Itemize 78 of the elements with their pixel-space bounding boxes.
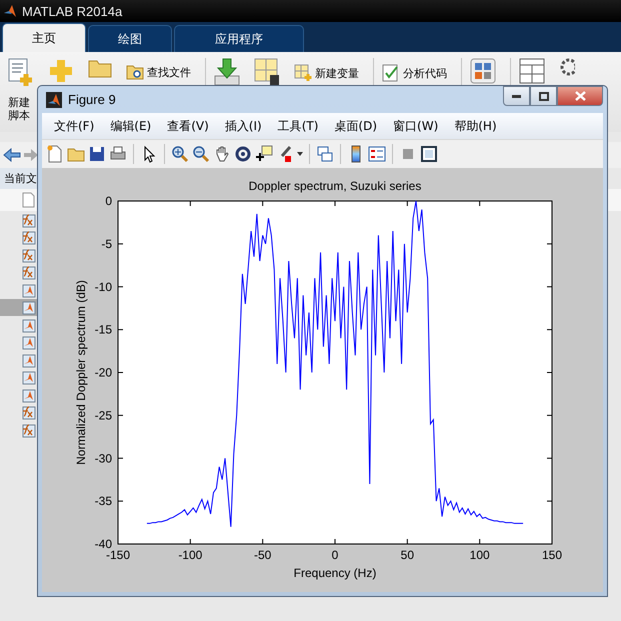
y-tick-label: -40 [94,537,112,551]
layout-icon[interactable] [519,58,545,84]
new-script-icon[interactable] [8,58,34,88]
data-cursor-icon[interactable] [255,145,273,163]
save-icon[interactable] [88,145,106,163]
ribbon-tab[interactable]: 主页 [2,23,86,52]
toolstrip-label[interactable]: 分析代码 [403,66,447,80]
window-icon[interactable] [420,145,438,163]
script-file-icon [20,386,36,403]
ribbon-tab[interactable]: 应用程序 [174,25,304,52]
y-tick-label: -5 [101,236,112,251]
menu-item[interactable]: 帮助(H) [448,116,503,136]
y-tick-label: -35 [94,494,112,508]
download-arrow-icon[interactable] [214,58,240,86]
menu-item[interactable]: 查看(V) [161,116,215,136]
menu-item[interactable]: 文件(F) [48,116,100,136]
menu-item[interactable]: 编辑(E) [104,116,158,136]
toolstrip-label[interactable]: 新建脚本 [8,96,34,122]
folder-icon[interactable] [88,58,112,78]
script-file-icon [20,352,36,368]
x-tick-label: 0 [332,548,338,562]
file-row[interactable] [0,298,37,316]
maximize-icon [538,92,548,100]
matlab-logo-icon [46,92,62,108]
script-file-icon [20,316,36,333]
close-icon [574,91,586,101]
zoom-out-icon[interactable] [192,145,210,163]
legend-icon[interactable] [368,145,386,163]
x-tick-label: -50 [254,548,272,562]
script-file-icon [20,369,36,386]
window-title: Figure 9 [68,92,117,107]
y-tick-label: -30 [94,451,112,466]
y-tick-label: -15 [94,322,112,337]
script-file-icon [20,334,36,350]
window-title: MATLAB R2014a [22,4,122,18]
function-file-icon [20,422,36,438]
y-tick-label: -10 [94,280,112,294]
x-axis-label: Frequency (Hz) [294,566,376,580]
function-file-icon [20,212,36,228]
y-tick-label: 0 [105,194,112,208]
new-file-icon[interactable] [46,145,64,163]
menu-item[interactable]: 工具(T) [272,116,324,136]
script-file-icon [20,282,36,298]
caret-icon[interactable] [297,152,303,156]
y-tick-label: -25 [94,408,112,422]
menu-item[interactable]: 插入(I) [218,116,268,136]
x-tick-label: -100 [178,548,202,562]
x-tick-label: -150 [106,548,130,562]
checklist-icon[interactable] [382,64,400,82]
forward-arrow-icon[interactable] [23,148,39,162]
back-arrow-icon[interactable] [3,148,21,162]
toolstrip-label[interactable]: 新建变量 [315,66,359,80]
matlab-logo-icon [3,4,17,18]
x-tick-label: 100 [470,548,490,562]
menu-item[interactable]: 桌面(D) [328,116,384,136]
function-file-icon [20,229,36,246]
document-icon [22,192,35,208]
chart-title: Doppler spectrum, Suzuki series [248,179,422,193]
ribbon-tab[interactable]: 绘图 [88,25,172,52]
x-tick-label: 50 [400,548,414,562]
link-icon[interactable] [316,145,334,163]
function-file-icon [20,246,36,263]
function-file-icon [20,404,36,420]
y-axis-label: Normalized Doppler spectrum (dB) [74,280,88,465]
maximize-button[interactable] [530,86,557,106]
menu-item[interactable]: 窗口(W) [387,116,444,136]
y-tick-label: -20 [94,366,112,380]
script-file-icon [20,299,36,316]
minimize-icon [512,94,521,98]
zoom-in-icon[interactable] [171,145,189,163]
minimize-button[interactable] [503,86,530,106]
block-grid-icon[interactable] [470,58,496,84]
close-button[interactable] [557,86,603,106]
toolstrip-label[interactable]: 查找文件 [147,64,191,80]
folder-search-icon[interactable] [126,64,144,80]
x-tick-label: 150 [542,548,562,562]
grid-save-icon[interactable] [254,58,280,86]
function-file-icon [20,264,36,280]
